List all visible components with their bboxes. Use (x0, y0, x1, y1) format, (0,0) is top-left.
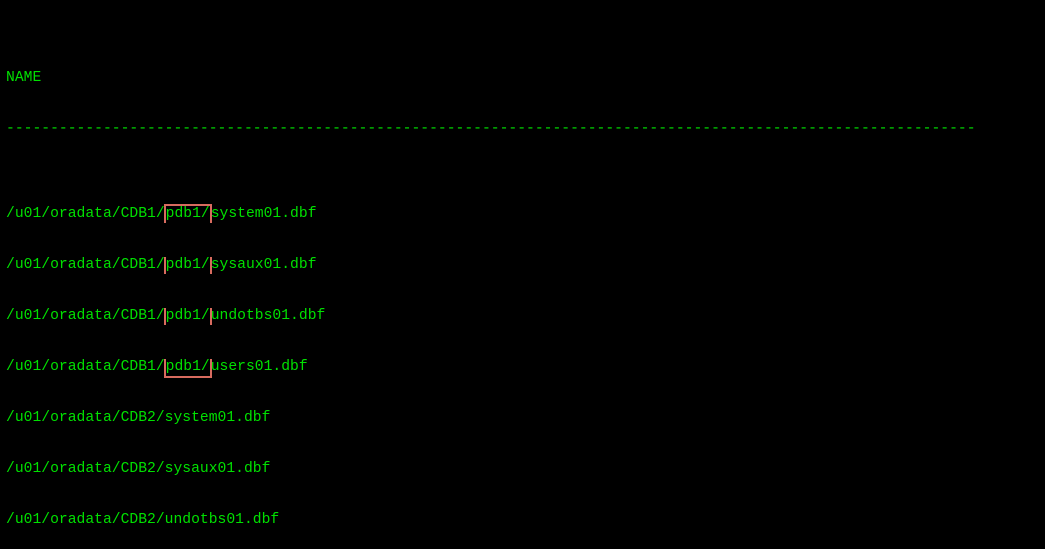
output-row: /u01/oradata/CDB2/undotbs01.dbf (6, 512, 1039, 529)
highlight-pdb1: pdb1/ (164, 204, 212, 223)
highlight-pdb1: pdb1/ (164, 308, 212, 325)
output-row: /u01/oradata/CDB1/pdb1/sysaux01.dbf (6, 257, 1039, 274)
separator-line: ----------------------------------------… (6, 121, 1039, 138)
output-row: /u01/oradata/CDB1/pdb1/system01.dbf (6, 206, 1039, 223)
output-row: /u01/oradata/CDB2/system01.dbf (6, 410, 1039, 427)
terminal-output: NAME -----------------------------------… (0, 0, 1045, 549)
column-header: NAME (6, 70, 1039, 87)
output-row: /u01/oradata/CDB1/pdb1/undotbs01.dbf (6, 308, 1039, 325)
output-row: /u01/oradata/CDB1/pdb1/users01.dbf (6, 359, 1039, 376)
highlight-pdb1: pdb1/ (164, 257, 212, 274)
highlight-pdb1: pdb1/ (164, 359, 212, 378)
output-row: /u01/oradata/CDB2/sysaux01.dbf (6, 461, 1039, 478)
